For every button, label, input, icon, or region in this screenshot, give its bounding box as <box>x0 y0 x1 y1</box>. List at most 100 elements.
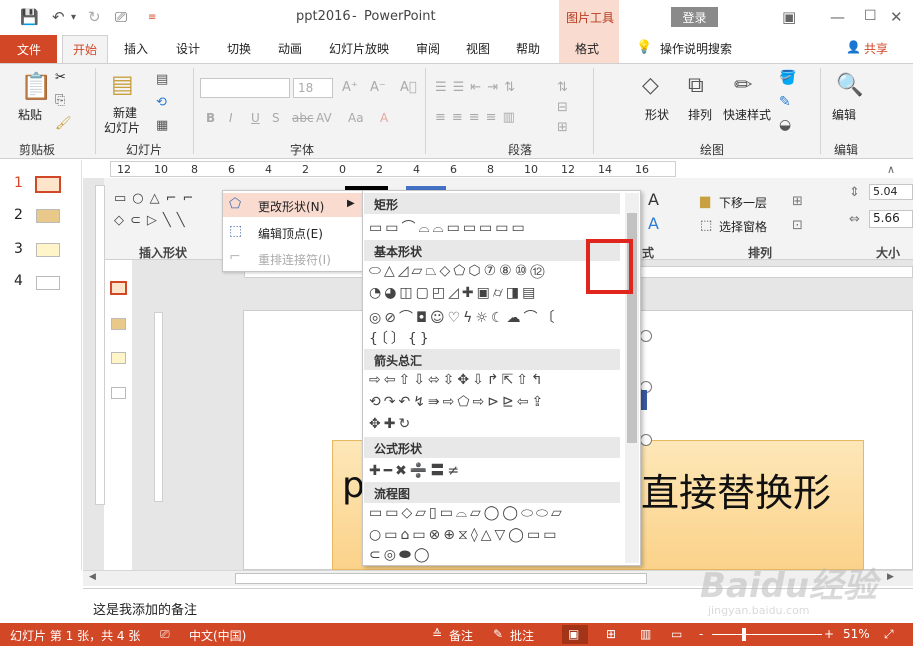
inner-thumb-3[interactable] <box>111 352 126 364</box>
tab-view[interactable]: 视图 <box>466 40 490 57</box>
shapes-row-basic-2[interactable]: ◔◕◫▢◰◿✚▣⌭◨▤ <box>369 285 538 301</box>
tab-review[interactable]: 审阅 <box>416 40 440 57</box>
tab-format[interactable]: 格式 <box>559 35 619 63</box>
shapes-row-arrows-2[interactable]: ⟲↷↶↯⇛⇨⬠⇨⊳⊵⇦⇪ <box>369 394 546 410</box>
shapes-row-basic-3[interactable]: ◎⊘⌒◘☺♡ϟ☼☾☁⌒〔 <box>369 307 558 327</box>
redo-icon[interactable]: ↻ <box>88 8 101 26</box>
underline-icon[interactable]: U <box>251 111 260 125</box>
undo-dropdown-icon[interactable]: ▾ <box>71 12 76 23</box>
language-status[interactable]: 中文(中国) <box>189 627 246 644</box>
text-effects-icon[interactable]: A <box>648 214 659 233</box>
tab-slideshow[interactable]: 幻灯片放映 <box>329 40 389 57</box>
bold-icon[interactable]: B <box>206 111 215 125</box>
normal-view-button[interactable]: ▣ <box>562 625 588 644</box>
cut-icon[interactable]: ✂ <box>55 70 66 85</box>
tab-insert[interactable]: 插入 <box>124 40 148 57</box>
shapes-row-flow-2[interactable]: ○▭⌂▭⊗⊕⧖◊△▽◯▭▭ <box>369 527 559 543</box>
text-direction-icon[interactable]: ⇅ <box>557 80 568 95</box>
tab-help[interactable]: 帮助 <box>516 40 540 57</box>
send-backward-label[interactable]: 下移一层 <box>719 194 767 211</box>
insert-shapes-gallery[interactable]: ▭○△⌐⌐ <box>114 191 199 206</box>
shadow-icon[interactable]: S <box>272 111 280 125</box>
find-icon[interactable]: 🔍 <box>836 73 863 98</box>
zoom-out-button[interactable]: - <box>699 627 703 641</box>
reading-view-icon[interactable]: ▥ <box>640 627 651 641</box>
shapes-row-flow-1[interactable]: ▭▭◇▱▯▭⌓▱◯◯⬭⬭▱ <box>369 505 565 521</box>
decrease-font-icon[interactable]: A⁻ <box>370 80 386 95</box>
section-icon[interactable]: ▦ <box>156 118 168 133</box>
slideshow-view-icon[interactable]: ▭ <box>671 627 682 641</box>
layout-icon[interactable]: ▤ <box>156 72 168 87</box>
width-input[interactable]: 5.66 <box>869 210 913 228</box>
clear-format-icon[interactable]: A⃠ <box>400 80 417 95</box>
tell-me-search[interactable]: 操作说明搜索 <box>660 40 732 57</box>
shapes-row-formula[interactable]: ✚━✖➗〓≠ <box>369 460 462 480</box>
selection-pane-icon[interactable]: ⬚ <box>700 218 712 233</box>
save-icon[interactable]: 💾 <box>20 8 39 26</box>
arrange-icon[interactable]: ⧉ <box>688 73 704 98</box>
align-text-icon[interactable]: ⊟ <box>557 100 568 115</box>
thumb-slide-4[interactable] <box>36 276 60 290</box>
font-name-box[interactable] <box>200 78 290 98</box>
edit-label[interactable]: 编辑 <box>832 106 856 123</box>
paste-label[interactable]: 粘贴 <box>18 106 42 123</box>
close-icon[interactable]: ✕ <box>890 8 903 26</box>
tab-transitions[interactable]: 切换 <box>227 40 251 57</box>
quick-style-icon[interactable]: ✏ <box>734 73 752 98</box>
font-color-icon[interactable]: A <box>380 111 388 125</box>
inner-thumb-2[interactable] <box>111 318 126 330</box>
thumb-slide-3[interactable] <box>36 243 60 257</box>
comments-icon[interactable]: ✎ <box>493 627 503 641</box>
list-icons[interactable]: ☰☰⇤⇥⇅ <box>435 80 521 95</box>
inner-thumb-4[interactable] <box>111 387 126 399</box>
italic-icon[interactable]: I <box>229 111 233 125</box>
zoom-in-button[interactable]: + <box>824 627 834 641</box>
shapes-row-arrows-1[interactable]: ⇨⇦⇧⇩⬄⇳✥⇩↱⇱⇧↰ <box>369 372 546 388</box>
slideshow-icon[interactable]: ⎚ <box>115 8 127 26</box>
undo-icon[interactable]: ↶ <box>52 8 65 26</box>
login-button[interactable]: 登录 <box>671 7 718 27</box>
insert-shapes-gallery-row2[interactable]: ◇⊂▷╲╲ <box>114 213 191 228</box>
inner-thumb-1[interactable] <box>110 281 127 295</box>
strike-icon[interactable]: abc <box>292 111 314 125</box>
shapes-row-flow-3[interactable]: ⊂◎⬬◯ <box>369 547 433 563</box>
notes-icon[interactable]: ≙ <box>432 627 442 641</box>
send-backward-icon[interactable]: ▆ <box>700 194 710 209</box>
menu-item-change-shape[interactable]: ⬠ 更改形状(N) ▶ <box>223 193 365 217</box>
group-objects-icon[interactable]: ⊡ <box>792 218 803 233</box>
effects-icon[interactable]: ◒ <box>779 117 791 133</box>
smartart-icon[interactable]: ⊞ <box>557 120 568 135</box>
quick-style-label[interactable]: 快速样式 <box>723 106 771 123</box>
reset-icon[interactable]: ⟲ <box>156 95 167 110</box>
comments-toggle[interactable]: 批注 <box>510 627 534 644</box>
spacing-icon[interactable]: AV <box>316 111 332 125</box>
shapes-row-basic-1[interactable]: ⬭△◿▱⏢◇⬠⬡⑦⑧⑩⑫ <box>369 263 548 279</box>
share-icon[interactable]: 👤 <box>846 40 861 54</box>
share-button[interactable]: 共享 <box>864 40 888 57</box>
shapes-row-rect[interactable]: ▭▭⌒⌓⌓▭▭▭▭▭ <box>369 217 528 237</box>
height-input[interactable]: 5.04 <box>869 184 913 200</box>
copy-icon[interactable]: ⎘ <box>55 93 65 108</box>
thumb-slide-1[interactable] <box>35 176 61 193</box>
text-fill-icon[interactable]: A <box>648 190 659 209</box>
paste-icon[interactable]: 📋 <box>20 72 52 102</box>
maximize-icon[interactable]: ☐ <box>864 8 877 24</box>
arrange-label[interactable]: 排列 <box>688 106 712 123</box>
case-icon[interactable]: Aa <box>348 111 364 125</box>
notes-toggle[interactable]: 备注 <box>449 627 473 644</box>
shapes-icon[interactable]: ◇ <box>642 73 659 98</box>
new-slide-label2[interactable]: 幻灯片 <box>104 119 140 136</box>
new-slide-icon[interactable]: ▤ <box>111 70 134 98</box>
customize-qat-icon[interactable]: ≡ <box>148 12 156 23</box>
scroll-left-icon[interactable]: ◀ <box>89 572 96 582</box>
align-icons[interactable]: ≡≡≡≡▥ <box>435 110 521 125</box>
increase-font-icon[interactable]: A⁺ <box>342 80 358 95</box>
h-scroll-thumb[interactable] <box>235 573 647 584</box>
format-painter-icon[interactable]: 🖌 <box>55 116 72 131</box>
tab-home[interactable]: 开始 <box>62 35 108 64</box>
spellcheck-icon[interactable]: ⎚ <box>160 627 170 642</box>
tab-design[interactable]: 设计 <box>176 40 200 57</box>
slide-sorter-icon[interactable]: ⊞ <box>606 627 616 641</box>
thumb-slide-2[interactable] <box>36 209 60 223</box>
ribbon-display-icon[interactable]: ▣ <box>782 8 796 26</box>
